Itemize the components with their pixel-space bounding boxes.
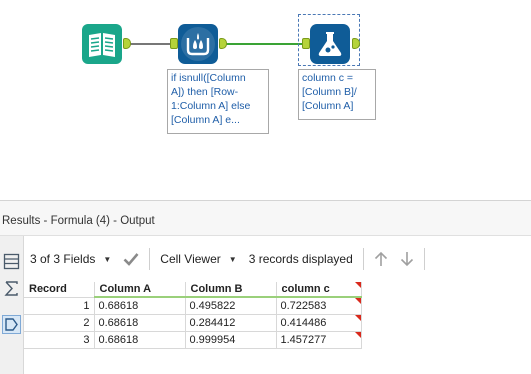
tag-icon[interactable] [2,315,21,334]
table-row[interactable]: 2 0.68618 0.284412 0.414486 [24,313,362,332]
scroll-up-button[interactable] [368,244,394,274]
workflow-canvas[interactable]: if isnull([Column A]) then [Row- 1:Colum… [0,0,531,200]
records-label: 3 records displayed [248,252,353,266]
flask-icon [318,32,342,56]
cell-viewer-label: Cell Viewer [160,252,221,266]
chevron-down-icon: ▼ [228,254,237,264]
results-toolbar: 3 of 3 Fields ▼ Cell Viewer ▼ 3 records … [24,244,531,274]
column-header-column-b[interactable]: Column B [185,282,277,298]
results-body: 3 of 3 Fields ▼ Cell Viewer ▼ 3 records … [0,236,531,374]
formula-tool-input-anchor[interactable] [302,38,310,49]
formula-tool[interactable] [310,24,350,64]
connection-multirow-to-formula[interactable] [226,43,302,45]
fields-selector[interactable]: 3 of 3 Fields ▼ [24,244,117,274]
scroll-down-button[interactable] [394,244,420,274]
arrow-up-icon [374,251,387,266]
toolbar-divider [149,248,151,270]
record-cell[interactable]: 3 [24,330,95,349]
table-row[interactable]: 3 0.68618 0.999954 1.457277 [24,330,362,349]
record-cell[interactable]: 2 [24,313,95,332]
arrow-down-icon [400,252,413,267]
multirow-tool-annotation: if isnull([Column A]) then [Row- 1:Colum… [167,69,269,134]
results-grid: Record Column A Column B column c 1 0.68… [24,282,362,349]
records-count: 3 records displayed [243,244,359,274]
column-c-cell[interactable]: 1.457277 [275,330,362,349]
column-a-cell[interactable]: 0.68618 [93,330,186,349]
toolbar-divider [362,248,364,270]
column-b-cell[interactable]: 0.284412 [184,313,277,332]
connection-input-to-multirow[interactable] [130,43,170,45]
cell-viewer-selector[interactable]: Cell Viewer ▼ [154,244,242,274]
results-pane: Results - Formula (4) - Output 3 of 3 Fi… [0,200,531,374]
chevron-down-icon: ▼ [103,254,112,264]
table-row[interactable]: 1 0.68618 0.495822 0.722583 [24,296,362,315]
column-c-cell[interactable]: 0.722583 [275,296,362,315]
toolbar-divider [423,248,425,270]
record-cell[interactable]: 1 [24,296,95,315]
table-view-icon[interactable] [2,252,21,271]
multi-row-formula-tool[interactable] [178,24,218,64]
input-data-tool[interactable] [82,24,122,64]
fields-label: 3 of 3 Fields [30,252,96,266]
column-header-column-a[interactable]: Column A [94,282,186,298]
column-header-record[interactable]: Record [24,282,95,298]
multi-row-formula-icon [181,27,215,61]
book-icon [89,33,115,57]
formula-tool-annotation: column c = [Column B]/ [Column A] [298,69,376,120]
column-b-cell[interactable]: 0.999954 [184,330,277,349]
column-header-column-c[interactable]: column c [276,282,362,298]
column-c-cell[interactable]: 0.414486 [275,313,362,332]
results-title: Results - Formula (4) - Output [2,215,155,227]
column-b-cell[interactable]: 0.495822 [184,296,277,315]
input-tool-output-anchor[interactable] [123,38,131,49]
column-a-cell[interactable]: 0.68618 [93,313,186,332]
checkmark-icon [123,253,139,266]
results-side-strip [0,236,24,374]
multirow-tool-output-anchor[interactable] [219,38,227,49]
sigma-icon[interactable] [2,279,21,298]
results-header: Results - Formula (4) - Output [0,200,531,236]
column-a-cell[interactable]: 0.68618 [93,296,186,315]
apply-checkmark-button[interactable] [117,244,145,274]
multirow-tool-input-anchor[interactable] [170,38,178,49]
